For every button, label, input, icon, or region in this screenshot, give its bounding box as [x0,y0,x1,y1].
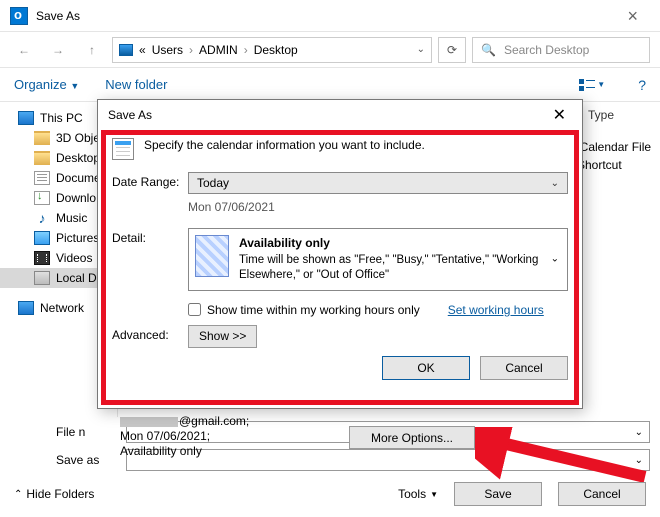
chevron-down-icon[interactable]: ⌄ [417,44,425,55]
chevron-down-icon[interactable]: ⌄ [635,455,643,466]
dialog-close-button[interactable]: ✕ [547,105,572,125]
breadcrumb-item[interactable]: Users [152,43,183,57]
checkbox-input[interactable] [188,303,201,316]
refresh-button[interactable]: ⟳ [438,37,466,63]
pc-icon [18,111,34,125]
chevron-down-icon: ⌄ [551,178,559,189]
organize-menu[interactable]: Organize ▼ [14,77,79,92]
advanced-label: Advanced: [112,325,188,342]
detail-title: Availability only [239,236,330,250]
window-close-button[interactable]: × [615,7,650,25]
music-icon: ♪ [34,211,50,225]
cancel-button[interactable]: Cancel [558,482,646,506]
forward-button[interactable]: → [44,37,72,63]
hide-folders-button[interactable]: ⌃Hide Folders [14,487,94,501]
dialog-intro-text: Specify the calendar information you wan… [144,138,425,152]
chevron-up-icon: ⌃ [14,489,22,500]
working-hours-checkbox[interactable]: Show time within my working hours only [188,303,420,317]
save-button[interactable]: Save [454,482,542,506]
redacted-text [120,417,178,427]
file-type-cell: Shortcut [577,158,622,172]
daterange-subtext: Mon 07/06/2021 [188,200,568,214]
new-folder-button[interactable]: New folder [105,77,167,92]
breadcrumb-prefix: « [139,43,146,57]
breadcrumb-item[interactable]: Desktop [254,43,298,57]
view-options-button[interactable]: ▼ [572,74,612,96]
calendar-icon [112,138,134,160]
tools-menu[interactable]: Tools ▼ [398,487,438,501]
chevron-down-icon: ⌄ [551,254,559,265]
availability-thumbnail [195,235,229,277]
dialog-cancel-button[interactable]: Cancel [480,356,568,380]
detail-label: Detail: [112,228,188,245]
pictures-icon [34,231,50,245]
chevron-down-icon: ▼ [430,490,438,499]
window-title: Save As [36,9,80,23]
ok-button[interactable]: OK [382,356,470,380]
pc-icon [119,44,133,56]
file-type-cell: iCalendar File [577,140,651,154]
videos-icon [34,251,50,265]
outlook-icon [10,7,28,25]
daterange-label: Date Range: [112,172,188,189]
save-as-dialog: Save As ✕ Specify the calendar informati… [97,99,583,409]
help-button[interactable]: ? [638,77,646,93]
disk-icon [34,271,50,285]
search-placeholder: Search Desktop [504,43,589,57]
address-bar[interactable]: « Users › ADMIN › Desktop ⌄ [112,37,432,63]
chevron-down-icon[interactable]: ⌄ [635,427,643,438]
chevron-down-icon: ▼ [597,80,605,89]
breadcrumb-item[interactable]: ADMIN [199,43,238,57]
show-advanced-button[interactable]: Show >> [188,325,257,348]
back-button[interactable]: ← [10,37,38,63]
calendar-preview-text: @gmail.com; Mon 07/06/2021; Availability… [120,414,249,459]
more-options-button[interactable]: More Options... [349,426,475,449]
folder-icon [34,131,50,145]
downloads-icon [34,191,50,205]
set-working-hours-link[interactable]: Set working hours [448,303,544,317]
network-icon [18,301,34,315]
chevron-right-icon: › [189,43,193,57]
documents-icon [34,171,50,185]
daterange-select[interactable]: Today ⌄ [188,172,568,194]
view-icon [579,79,595,91]
search-input[interactable]: 🔍 Search Desktop [472,37,650,63]
chevron-down-icon: ▼ [70,81,79,91]
up-button[interactable]: ↑ [78,37,106,63]
folder-icon [34,151,50,165]
dialog-title: Save As [108,108,152,122]
chevron-right-icon: › [244,43,248,57]
saveastype-label: Save as [56,453,116,467]
detail-select[interactable]: Availability only Time will be shown as … [188,228,568,291]
filename-label: File n [56,425,116,439]
detail-description: Time will be shown as "Free," "Busy," "T… [239,254,538,282]
search-icon: 🔍 [481,43,496,57]
